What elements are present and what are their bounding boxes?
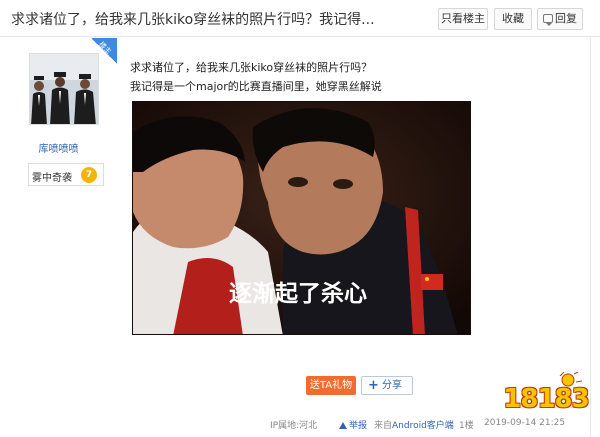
client-source: 来自Android客户端 <box>374 418 454 431</box>
send-gift-button[interactable]: 送TA礼物 <box>306 376 356 395</box>
report-link[interactable]: 举报 <box>339 418 367 431</box>
floor-number: 1楼 <box>459 421 474 431</box>
plus-icon: + <box>368 378 379 393</box>
report-label: 举报 <box>349 421 368 431</box>
post-image[interactable]: 逐渐起了杀心 <box>132 101 471 335</box>
reply-button[interactable]: 回复 <box>537 8 583 30</box>
favorite-button[interactable]: 收藏 <box>494 8 532 30</box>
share-label: 分享 <box>382 380 402 391</box>
site-watermark: 18183 <box>502 372 590 424</box>
level-name: 雾中奇袭 <box>32 173 72 184</box>
client-link[interactable]: Android客户端 <box>392 421 454 431</box>
watermark-text: 18183 <box>503 384 589 414</box>
post-content: 求求诸位了，给我来几张kiko穿丝袜的照片行吗？ 我记得是一个major的比赛直… <box>130 58 550 96</box>
thread-title: 求求诸位了，给我来几张kiko穿丝袜的照片行吗？我记得... <box>11 12 375 28</box>
client-prefix: 来自 <box>374 421 393 431</box>
level-badge[interactable]: 雾中奇袭 7 <box>28 163 104 186</box>
avatar[interactable] <box>29 53 99 125</box>
post-line-2: 我记得是一个major的比赛直播间里，她穿黑丝解说 <box>130 80 382 93</box>
username-link[interactable]: 库喷喷喷 <box>0 140 117 155</box>
avatar-image <box>30 54 98 124</box>
ip-location: IP属地:河北 <box>270 421 318 431</box>
share-button[interactable]: + 分享 <box>361 376 413 395</box>
reply-label: 回复 <box>555 12 577 25</box>
thread-header: 求求诸位了，给我来几张kiko穿丝袜的照片行吗？我记得... 只看楼主 收藏 回… <box>0 0 600 37</box>
image-caption: 逐渐起了杀心 <box>229 281 367 307</box>
warning-icon <box>339 422 347 429</box>
reply-icon <box>543 14 553 26</box>
only-op-button[interactable]: 只看楼主 <box>438 8 488 30</box>
post-line-1: 求求诸位了，给我来几张kiko穿丝袜的照片行吗？ <box>130 61 373 74</box>
level-number: 7 <box>81 167 97 183</box>
divider <box>590 38 591 437</box>
